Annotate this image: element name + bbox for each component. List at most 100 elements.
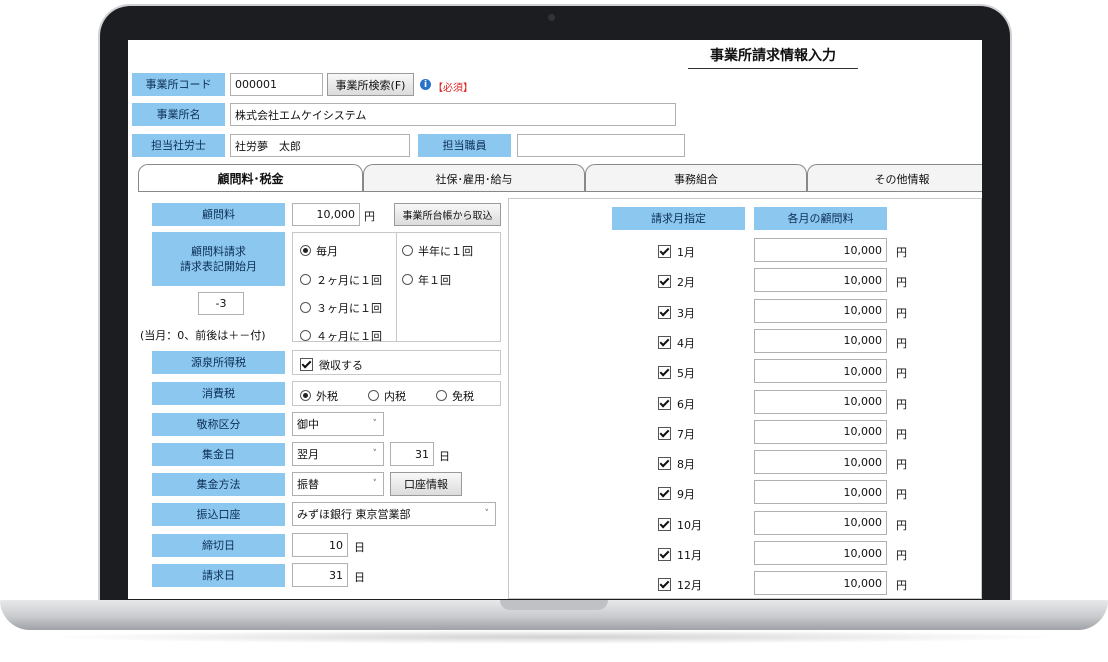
transfer-account-select[interactable]: みずほ銀行 東京営業部 ˅ xyxy=(292,502,496,526)
month-fee-input[interactable]: 10,000 xyxy=(754,419,887,444)
month-fee-input[interactable]: 10,000 xyxy=(754,359,887,384)
transfer-account-label: 振込口座 xyxy=(152,503,285,526)
month-fee-input[interactable]: 10,000 xyxy=(754,450,887,475)
collection-day-label: 集金日 xyxy=(152,443,285,466)
checkbox-icon xyxy=(658,487,671,501)
consultant-input[interactable]: 社労夢 太郎 xyxy=(230,134,410,157)
month-checkbox[interactable]: 9月 xyxy=(658,486,695,502)
fee-input[interactable]: 10,000 xyxy=(292,203,360,226)
month-checkbox[interactable]: 6月 xyxy=(658,396,695,412)
month-fee-unit: 円 xyxy=(896,306,907,320)
month-checkbox[interactable]: 12月 xyxy=(658,577,702,593)
tab-other-info[interactable]: その他情報 xyxy=(807,164,982,192)
laptop-shadow xyxy=(40,630,1068,644)
collection-method-select[interactable]: 振替 ˅ xyxy=(292,472,384,496)
withholding-checkbox[interactable]: 徴収する xyxy=(300,357,363,373)
billing-day-unit: 日 xyxy=(354,571,365,584)
month-label: 7月 xyxy=(677,427,695,441)
radio-icon xyxy=(402,245,413,256)
month-fee-input[interactable]: 10,000 xyxy=(754,268,887,293)
checkbox-icon xyxy=(300,358,313,371)
billing-day-label: 請求日 xyxy=(152,564,285,587)
office-search-button[interactable]: 事業所検索(F) xyxy=(327,73,414,96)
collection-day-input[interactable]: 31 xyxy=(390,442,434,466)
office-code-input[interactable]: 000001 xyxy=(230,73,323,96)
month-label: 10月 xyxy=(677,518,702,532)
month-label: 11月 xyxy=(677,549,702,562)
office-name-input[interactable]: 株式会社エムケイシステム xyxy=(230,103,676,126)
month-label: 3月 xyxy=(677,306,695,320)
fee-label: 顧問料 xyxy=(152,203,285,226)
month-fee-input[interactable]: 10,000 xyxy=(754,480,887,505)
billing-start-label: 顧問料請求 請求表記開始月 xyxy=(152,232,285,286)
freq-four-monthly[interactable]: ４ヶ月に１回 xyxy=(300,328,382,344)
checkbox-icon xyxy=(658,275,671,289)
honorific-select[interactable]: 御中 ˅ xyxy=(292,412,384,436)
freq-yearly[interactable]: 年１回 xyxy=(402,272,451,288)
chevron-down-icon: ˅ xyxy=(484,509,490,519)
month-fee-input[interactable]: 10,000 xyxy=(754,510,887,535)
radio-icon xyxy=(300,245,311,256)
info-icon[interactable]: i xyxy=(420,79,431,90)
month-checkbox[interactable]: 8月 xyxy=(658,456,695,472)
month-fee-unit: 円 xyxy=(896,579,907,593)
month-checkbox[interactable]: 10月 xyxy=(658,517,702,533)
freq-half-year[interactable]: 半年に１回 xyxy=(402,243,473,259)
billing-offset-note: (当月：0、前後は＋－付) xyxy=(140,329,266,342)
chevron-down-icon: ˅ xyxy=(372,479,378,489)
import-ledger-button[interactable]: 事業所台帳から取込 xyxy=(394,203,501,226)
month-checkbox[interactable]: 2月 xyxy=(658,274,695,290)
staff-label: 担当職員 xyxy=(418,134,511,157)
month-label: 1月 xyxy=(677,246,695,259)
camera-icon xyxy=(548,14,555,21)
checkbox-icon xyxy=(658,335,671,349)
month-checkbox[interactable]: 1月 xyxy=(658,244,695,260)
checkbox-icon xyxy=(658,305,671,319)
radio-icon xyxy=(402,274,413,285)
closing-day-input[interactable]: 10 xyxy=(292,533,348,557)
tax-inclusive[interactable]: 内税 xyxy=(368,388,406,404)
month-checkbox[interactable]: 3月 xyxy=(658,305,695,321)
month-fee-input[interactable]: 10,000 xyxy=(754,571,887,596)
checkbox-icon xyxy=(658,426,671,440)
month-fee-input[interactable]: 10,000 xyxy=(754,238,887,262)
radio-icon xyxy=(300,274,311,285)
billing-offset-input[interactable]: -3 xyxy=(198,292,244,315)
freq-monthly[interactable]: 毎月 xyxy=(300,243,338,259)
month-checkbox[interactable]: 4月 xyxy=(658,335,695,351)
month-label: 9月 xyxy=(677,488,695,502)
monthly-fee-header: 各月の顧問料 xyxy=(754,207,887,230)
tab-social-insurance[interactable]: 社保･雇用･給与 xyxy=(363,164,585,192)
tab-labor-association[interactable]: 事務組合 xyxy=(585,164,807,192)
monthly-fee-panel xyxy=(508,198,982,599)
month-checkbox[interactable]: 11月 xyxy=(658,547,702,563)
collection-month-select[interactable]: 翌月 ˅ xyxy=(292,442,384,466)
month-fee-input[interactable]: 10,000 xyxy=(754,541,887,565)
billing-day-input[interactable]: 31 xyxy=(292,563,348,587)
tax-exempt[interactable]: 免税 xyxy=(436,388,474,404)
freq-bimonthly[interactable]: ２ヶ月に１回 xyxy=(300,272,382,288)
checkbox-icon xyxy=(658,517,671,531)
consumption-tax-label: 消費税 xyxy=(152,382,285,405)
app-screen: 事業所請求情報入力 事業所コード 000001 事業所検索(F) i 【必須】 … xyxy=(128,40,982,599)
month-fee-input[interactable]: 10,000 xyxy=(754,298,887,323)
account-info-button[interactable]: 口座情報 xyxy=(390,472,462,496)
collection-method-label: 集金方法 xyxy=(152,473,285,496)
month-label: 5月 xyxy=(677,367,695,381)
month-label: 12月 xyxy=(677,579,702,593)
tab-fee-tax[interactable]: 顧問料･税金 xyxy=(138,164,363,192)
radio-icon xyxy=(300,390,311,401)
closing-day-label: 締切日 xyxy=(152,534,285,557)
staff-input[interactable] xyxy=(517,134,685,157)
month-fee-input[interactable]: 10,000 xyxy=(754,389,887,414)
month-checkbox[interactable]: 5月 xyxy=(658,365,695,381)
month-fee-unit: 円 xyxy=(896,367,907,381)
month-fee-input[interactable]: 10,000 xyxy=(754,328,887,353)
checkbox-icon xyxy=(658,366,671,380)
fee-unit: 円 xyxy=(364,210,375,223)
tax-exclusive[interactable]: 外税 xyxy=(300,388,338,404)
checkbox-icon xyxy=(658,396,671,410)
billing-start-label-line1: 顧問料請求 xyxy=(191,245,246,258)
month-checkbox[interactable]: 7月 xyxy=(658,426,695,442)
freq-quarterly[interactable]: ３ヶ月に１回 xyxy=(300,300,382,316)
